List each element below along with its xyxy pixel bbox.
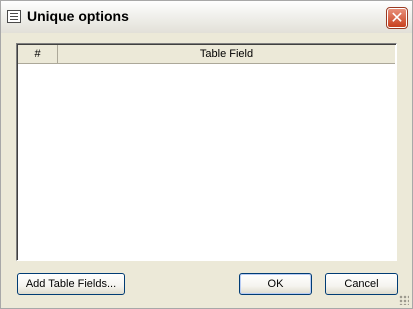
- dialog-window: Unique options ✕ # Table Field Add Table…: [0, 0, 413, 309]
- add-table-fields-button[interactable]: Add Table Fields...: [17, 273, 125, 295]
- cancel-button[interactable]: Cancel: [325, 273, 398, 295]
- ok-button[interactable]: OK: [239, 273, 312, 295]
- column-header-number[interactable]: #: [18, 45, 58, 64]
- dialog-title: Unique options: [27, 8, 129, 24]
- table-fields-list[interactable]: # Table Field: [16, 43, 397, 261]
- resize-grip[interactable]: [399, 295, 409, 305]
- column-header-table-field[interactable]: Table Field: [58, 45, 395, 64]
- close-icon[interactable]: ✕: [386, 7, 408, 29]
- form-icon: [7, 10, 21, 23]
- title-bar[interactable]: Unique options ✕: [1, 1, 412, 33]
